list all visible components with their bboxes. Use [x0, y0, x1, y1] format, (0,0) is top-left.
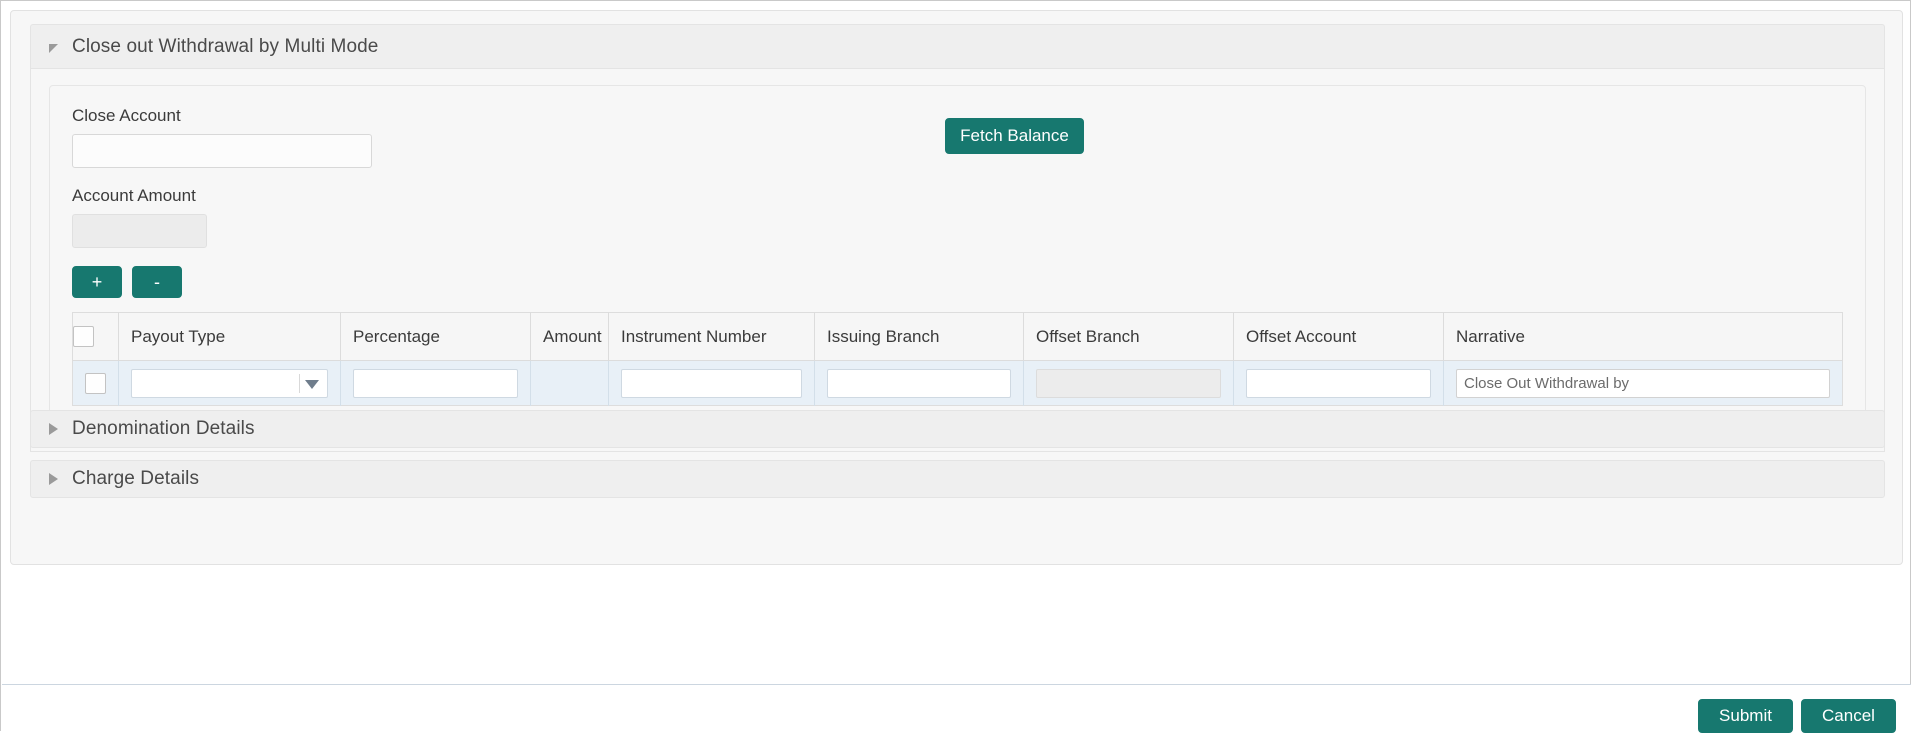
remove-row-button[interactable]: - — [132, 266, 182, 298]
accordion-charge-details[interactable]: Charge Details — [30, 460, 1885, 498]
column-header-percentage: Percentage — [340, 312, 531, 361]
column-header-offset-account: Offset Account — [1233, 312, 1444, 361]
panel-body: Fetch Balance Close Account Account Amou… — [30, 69, 1885, 452]
cancel-button[interactable]: Cancel — [1801, 699, 1896, 733]
issuing-branch-input[interactable] — [827, 368, 1011, 398]
triangle-expanded-icon[interactable] — [49, 44, 58, 53]
submit-button[interactable]: Submit — [1698, 699, 1793, 733]
accordion-charge-details-label: Charge Details — [72, 468, 200, 489]
offset-account-input[interactable] — [1246, 368, 1431, 398]
select-divider — [299, 373, 300, 393]
cell-amount — [530, 360, 609, 406]
page-title: Close out Withdrawal by Multi Mode — [72, 35, 379, 57]
grid-header-row: Payout Type Percentage Amount Instrument… — [72, 312, 1843, 361]
accordion-denomination-details[interactable]: Denomination Details — [30, 410, 1885, 448]
cell-narrative — [1443, 360, 1843, 406]
row-select-cell — [72, 360, 119, 406]
close-account-card: Fetch Balance Close Account Account Amou… — [49, 85, 1866, 431]
cell-offset-account — [1233, 360, 1444, 406]
column-header-issuing-branch: Issuing Branch — [814, 312, 1024, 361]
fetch-balance-button[interactable]: Fetch Balance — [945, 118, 1084, 154]
column-header-offset-branch: Offset Branch — [1023, 312, 1234, 361]
account-amount-input — [72, 214, 207, 248]
triangle-collapsed-icon[interactable] — [49, 423, 58, 435]
cell-issuing-branch — [814, 360, 1024, 406]
cell-payout-type — [118, 360, 341, 406]
offset-branch-input — [1036, 368, 1221, 398]
add-row-button[interactable]: + — [72, 266, 122, 298]
account-amount-field-group: Account Amount — [72, 186, 1843, 248]
close-out-withdrawal-panel: Close out Withdrawal by Multi Mode Fetch… — [30, 24, 1885, 452]
accordion-denomination-details-label: Denomination Details — [72, 418, 255, 439]
content-area: Close out Withdrawal by Multi Mode Fetch… — [10, 10, 1903, 565]
table-row — [72, 360, 1843, 406]
payout-type-select-wrap — [131, 368, 328, 398]
percentage-input[interactable] — [353, 368, 518, 398]
panel-header-close-out-withdrawal[interactable]: Close out Withdrawal by Multi Mode — [30, 24, 1885, 69]
cell-percentage — [340, 360, 531, 406]
footer-bar: Submit Cancel — [1, 685, 1911, 733]
instrument-number-input[interactable] — [621, 368, 802, 398]
footer-button-group: Submit Cancel — [1698, 699, 1896, 733]
account-amount-label: Account Amount — [72, 186, 196, 205]
column-header-payout-type: Payout Type — [118, 312, 341, 361]
triangle-collapsed-icon[interactable] — [49, 473, 58, 485]
page-frame: Close out Withdrawal by Multi Mode Fetch… — [0, 0, 1911, 733]
row-action-buttons: + - — [72, 266, 1843, 298]
grid-select-all-cell — [72, 312, 119, 361]
select-all-checkbox[interactable] — [73, 326, 94, 347]
narrative-input[interactable] — [1456, 368, 1830, 398]
column-header-instrument-number: Instrument Number — [608, 312, 815, 361]
column-header-amount: Amount — [530, 312, 609, 361]
payout-grid: Payout Type Percentage Amount Instrument… — [72, 312, 1843, 406]
cell-instrument-number — [608, 360, 815, 406]
row-select-checkbox[interactable] — [85, 372, 106, 394]
cell-offset-branch — [1023, 360, 1234, 406]
close-account-input[interactable] — [72, 134, 372, 168]
column-header-narrative: Narrative — [1443, 312, 1843, 361]
